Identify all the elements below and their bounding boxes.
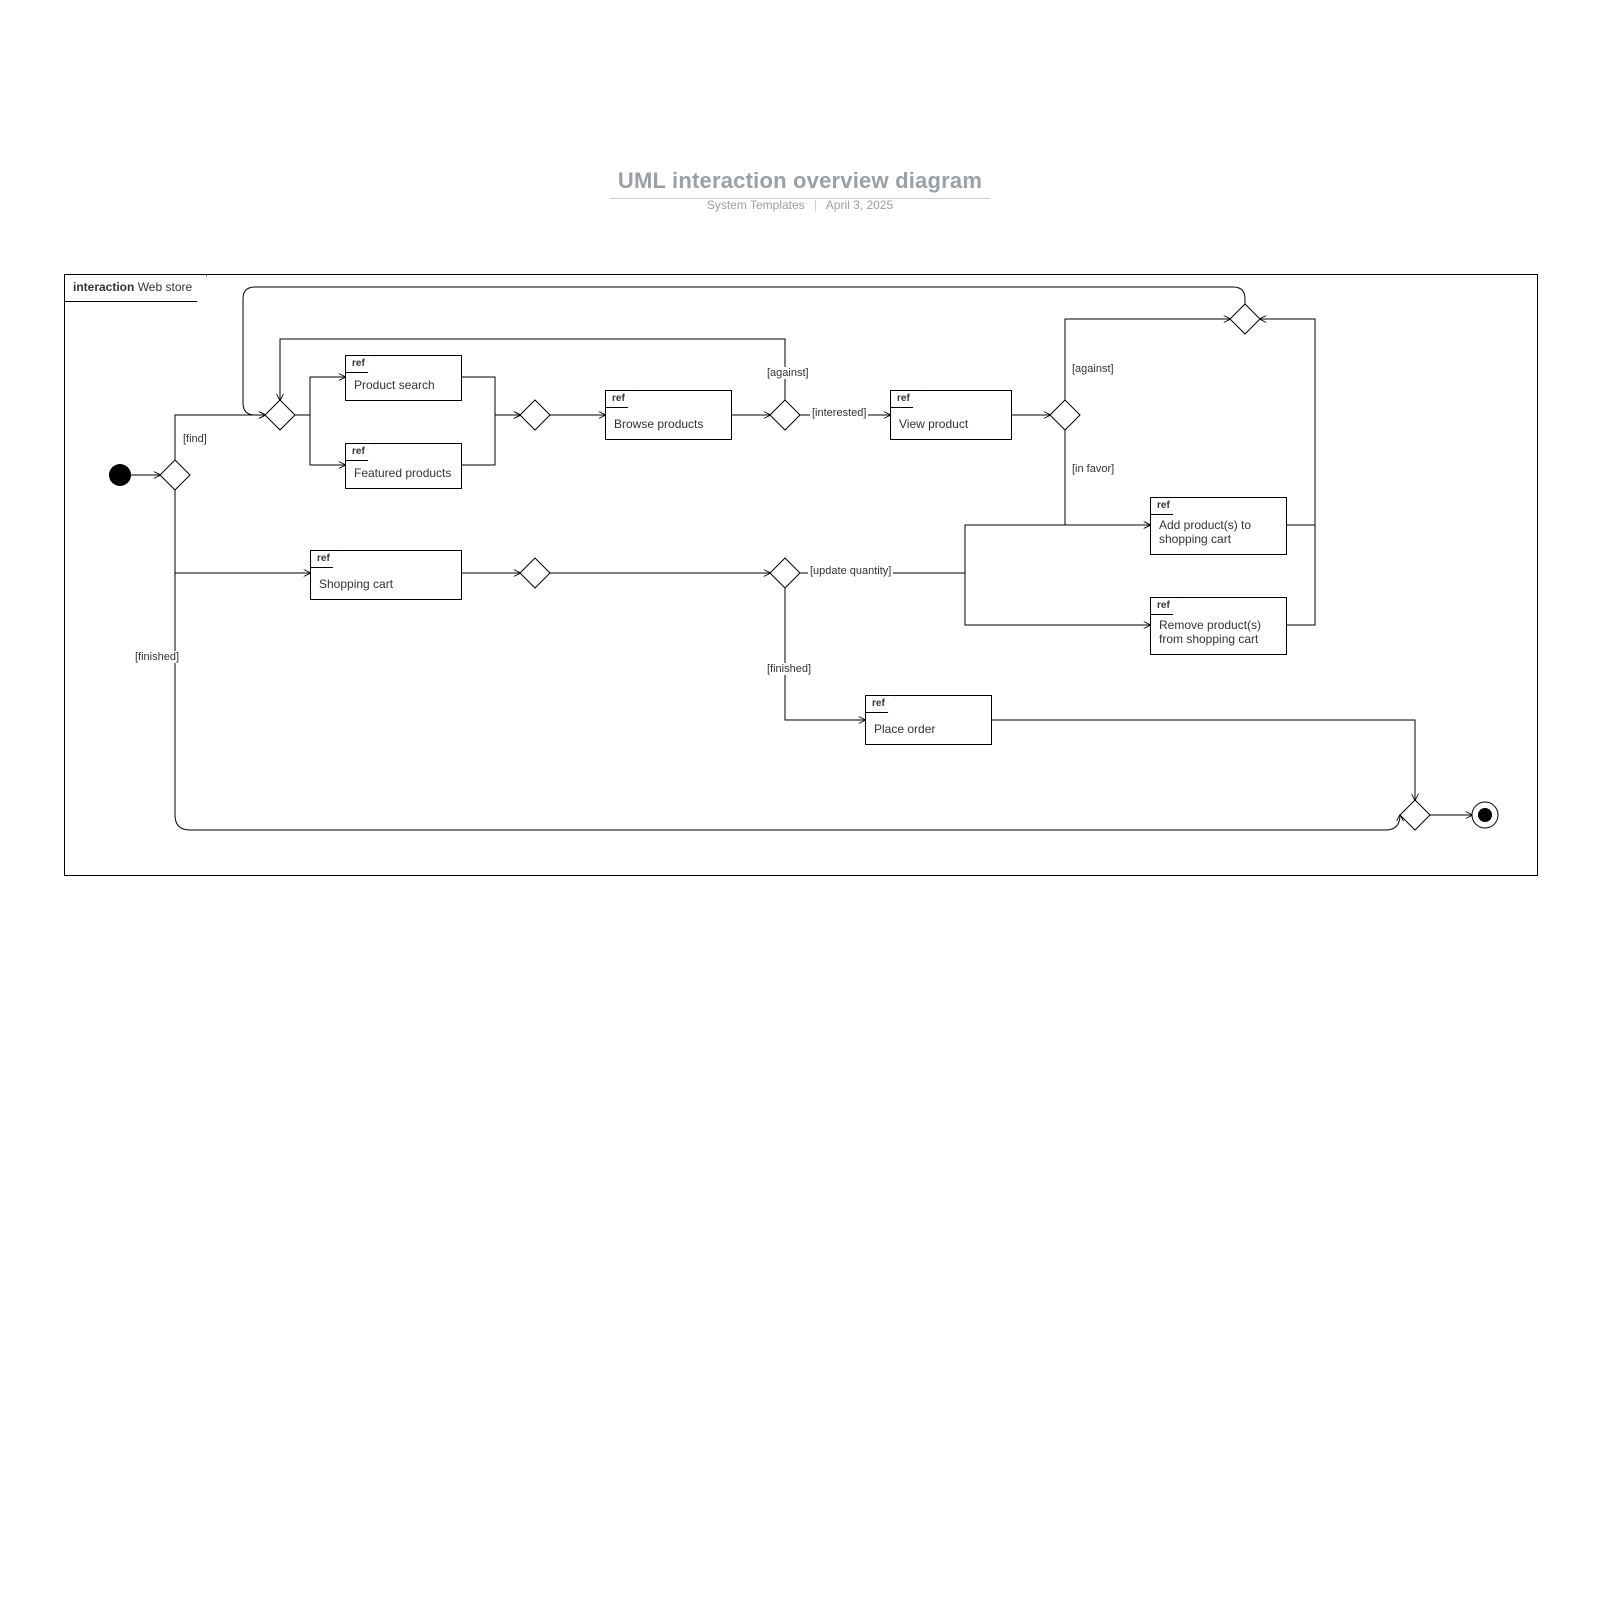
ref-label: Browse products bbox=[614, 417, 723, 431]
edge-remove-d6 bbox=[1285, 319, 1315, 625]
decision-initial bbox=[160, 460, 190, 490]
edge-d1-cart bbox=[175, 490, 310, 573]
canvas: UML interaction overview diagram System … bbox=[0, 0, 1600, 1600]
interaction-frame: interaction Web store bbox=[64, 274, 1538, 876]
page-title: UML interaction overview diagram bbox=[610, 168, 990, 199]
decision-cart-action bbox=[770, 558, 800, 588]
guard-find: [find] bbox=[181, 433, 209, 445]
decision-after-browse bbox=[770, 400, 800, 430]
ref-browse-products: ref Browse products bbox=[605, 390, 732, 440]
ref-label: Remove product(s) from shopping cart bbox=[1159, 618, 1278, 646]
guard-in-favor: [in favor] bbox=[1070, 463, 1116, 475]
merge-top-right bbox=[1230, 304, 1260, 334]
edge-d8-placeorder-finished bbox=[785, 588, 865, 720]
ref-tab: ref bbox=[1150, 497, 1181, 515]
merge-after-search bbox=[520, 400, 550, 430]
guard-against-top: [against] bbox=[765, 367, 811, 379]
guard-against-right: [against] bbox=[1070, 363, 1116, 375]
guard-finished-mid: [finished] bbox=[765, 663, 813, 675]
ref-tab: ref bbox=[1150, 597, 1181, 615]
ref-place-order: ref Place order bbox=[865, 695, 992, 745]
ref-tab: ref bbox=[345, 355, 376, 373]
final-node bbox=[1472, 802, 1498, 828]
ref-tab: ref bbox=[890, 390, 921, 408]
ref-tab: ref bbox=[865, 695, 896, 713]
diagram-svg bbox=[65, 275, 1537, 875]
ref-tab: ref bbox=[605, 390, 636, 408]
initial-node bbox=[109, 464, 131, 486]
subtitle-date: April 3, 2025 bbox=[826, 198, 893, 212]
ref-label: Featured products bbox=[354, 466, 453, 480]
page-subheader: System Templates | April 3, 2025 bbox=[0, 198, 1600, 212]
edge-d5-d6-against bbox=[1065, 319, 1230, 400]
ref-remove-product: ref Remove product(s) from shopping cart bbox=[1150, 597, 1287, 655]
merge-before-final bbox=[1400, 800, 1430, 830]
edge-d8-add bbox=[965, 525, 1150, 573]
merge-before-search bbox=[265, 400, 295, 430]
ref-label: View product bbox=[899, 417, 1003, 431]
ref-add-product: ref Add product(s) to shopping cart bbox=[1150, 497, 1287, 555]
ref-label: Place order bbox=[874, 722, 983, 736]
guard-interested: [interested] bbox=[810, 407, 868, 419]
edge-d2-featured bbox=[295, 415, 345, 465]
ref-tab: ref bbox=[345, 443, 376, 461]
decision-after-view bbox=[1050, 400, 1080, 430]
edge-featured-d3 bbox=[460, 415, 520, 465]
edge-d2-search bbox=[295, 377, 345, 415]
ref-tab: ref bbox=[310, 550, 341, 568]
ref-label: Product search bbox=[354, 378, 453, 392]
edge-placeorder-d9 bbox=[990, 720, 1415, 800]
edge-d5-add-infavor bbox=[1065, 430, 1150, 525]
edge-add-d6 bbox=[1260, 319, 1315, 525]
ref-view-product: ref View product bbox=[890, 390, 1012, 440]
ref-label: Shopping cart bbox=[319, 577, 453, 591]
ref-shopping-cart: ref Shopping cart bbox=[310, 550, 462, 600]
edge-search-d3 bbox=[460, 377, 520, 415]
guard-update-quantity: [update quantity] bbox=[808, 565, 893, 577]
guard-finished-left: [finished] bbox=[133, 651, 181, 663]
edge-d8-remove bbox=[965, 573, 1150, 625]
ref-featured-products: ref Featured products bbox=[345, 443, 462, 489]
subtitle-collection: System Templates bbox=[707, 198, 805, 212]
subtitle-separator-icon: | bbox=[808, 198, 823, 212]
ref-label: Add product(s) to shopping cart bbox=[1159, 518, 1278, 546]
merge-after-cart bbox=[520, 558, 550, 588]
ref-product-search: ref Product search bbox=[345, 355, 462, 401]
page-header: UML interaction overview diagram bbox=[0, 168, 1600, 199]
